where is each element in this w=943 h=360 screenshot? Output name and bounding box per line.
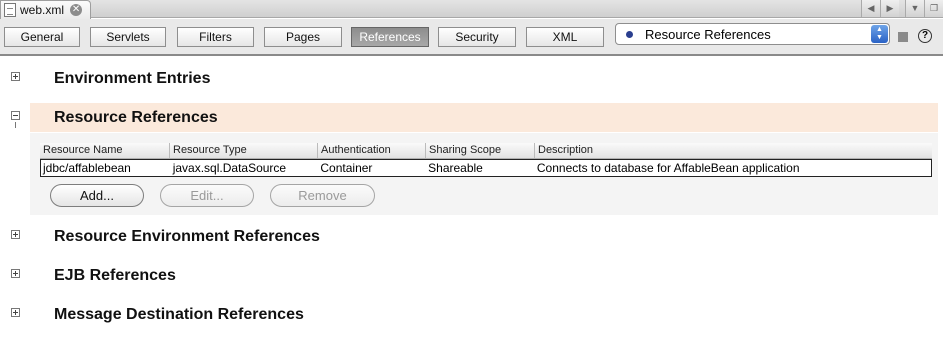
expand-icon[interactable] <box>11 72 20 81</box>
tab-pages[interactable]: Pages <box>264 27 342 47</box>
scroll-right-icon[interactable]: ▶ <box>880 0 899 17</box>
section-resource-references[interactable]: Resource References <box>30 103 938 132</box>
section-message-destination-references[interactable]: Message Destination References <box>30 300 938 329</box>
file-icon <box>4 3 16 17</box>
section-title: Message Destination References <box>54 305 304 323</box>
expand-icon[interactable] <box>11 230 20 239</box>
expand-icon[interactable] <box>11 308 20 317</box>
add-button[interactable]: Add... <box>50 184 144 207</box>
section-title: Resource References <box>54 108 218 126</box>
table-row[interactable]: jdbc/affablebean javax.sql.DataSource Co… <box>40 159 932 177</box>
section-environment-entries[interactable]: Environment Entries <box>30 64 938 93</box>
column-header[interactable]: Authentication <box>318 143 426 158</box>
section-selector-combo[interactable]: Resource References ▲ ▼ <box>615 23 890 45</box>
tab-web-xml[interactable]: web.xml ✕ <box>0 0 91 19</box>
restore-window-icon[interactable]: ❐ <box>924 0 943 17</box>
collapse-icon[interactable] <box>11 111 20 120</box>
combo-arrows-icon[interactable]: ▲ ▼ <box>871 25 888 43</box>
tab-references[interactable]: References <box>351 27 429 47</box>
help-icon[interactable]: ? <box>918 29 932 43</box>
bullet-icon <box>626 30 633 38</box>
column-header[interactable]: Resource Name <box>40 143 170 158</box>
close-icon[interactable]: ✕ <box>70 4 83 16</box>
table-header: Resource Name Resource Type Authenticati… <box>40 143 932 159</box>
section-ejb-references[interactable]: EJB References <box>30 261 938 290</box>
cell-resource-name: jdbc/affablebean <box>43 161 131 175</box>
column-header[interactable]: Sharing Scope <box>426 143 535 158</box>
cell-authentication: Container <box>320 161 373 175</box>
window-controls: ◀ ▶ ▼ ❐ <box>861 0 943 17</box>
column-header[interactable]: Resource Type <box>170 143 318 158</box>
tab-filters[interactable]: Filters <box>177 27 254 47</box>
expand-icon[interactable] <box>11 269 20 278</box>
section-resource-environment-references[interactable]: Resource Environment References <box>30 222 938 251</box>
tab-security[interactable]: Security <box>438 27 516 47</box>
remove-button[interactable]: Remove <box>270 184 375 207</box>
combo-selected-value: Resource References <box>645 26 771 42</box>
cell-sharing-scope: Shareable <box>428 161 483 175</box>
cell-resource-type: javax.sql.DataSource <box>172 161 287 175</box>
section-title: Environment Entries <box>54 69 211 87</box>
cell-description: Connects to database for AffableBean app… <box>536 161 800 175</box>
section-title: EJB References <box>54 266 176 284</box>
tab-servlets[interactable]: Servlets <box>90 27 166 47</box>
section-title: Resource Environment References <box>54 227 320 245</box>
tab-label: web.xml <box>20 3 65 17</box>
editor-tab-strip: web.xml ✕ ◀ ▶ ▼ ❐ <box>0 0 943 19</box>
dropdown-icon[interactable]: ▼ <box>905 0 924 17</box>
stop-icon[interactable] <box>898 32 908 42</box>
resource-references-table: Resource Name Resource Type Authenticati… <box>40 143 932 177</box>
view-toolbar: General Servlets Filters Pages Reference… <box>0 19 943 56</box>
column-header[interactable]: Description <box>535 143 932 158</box>
edit-button[interactable]: Edit... <box>160 184 254 207</box>
tab-xml[interactable]: XML <box>526 27 604 47</box>
scroll-left-icon[interactable]: ◀ <box>861 0 880 17</box>
tab-general[interactable]: General <box>4 27 80 47</box>
